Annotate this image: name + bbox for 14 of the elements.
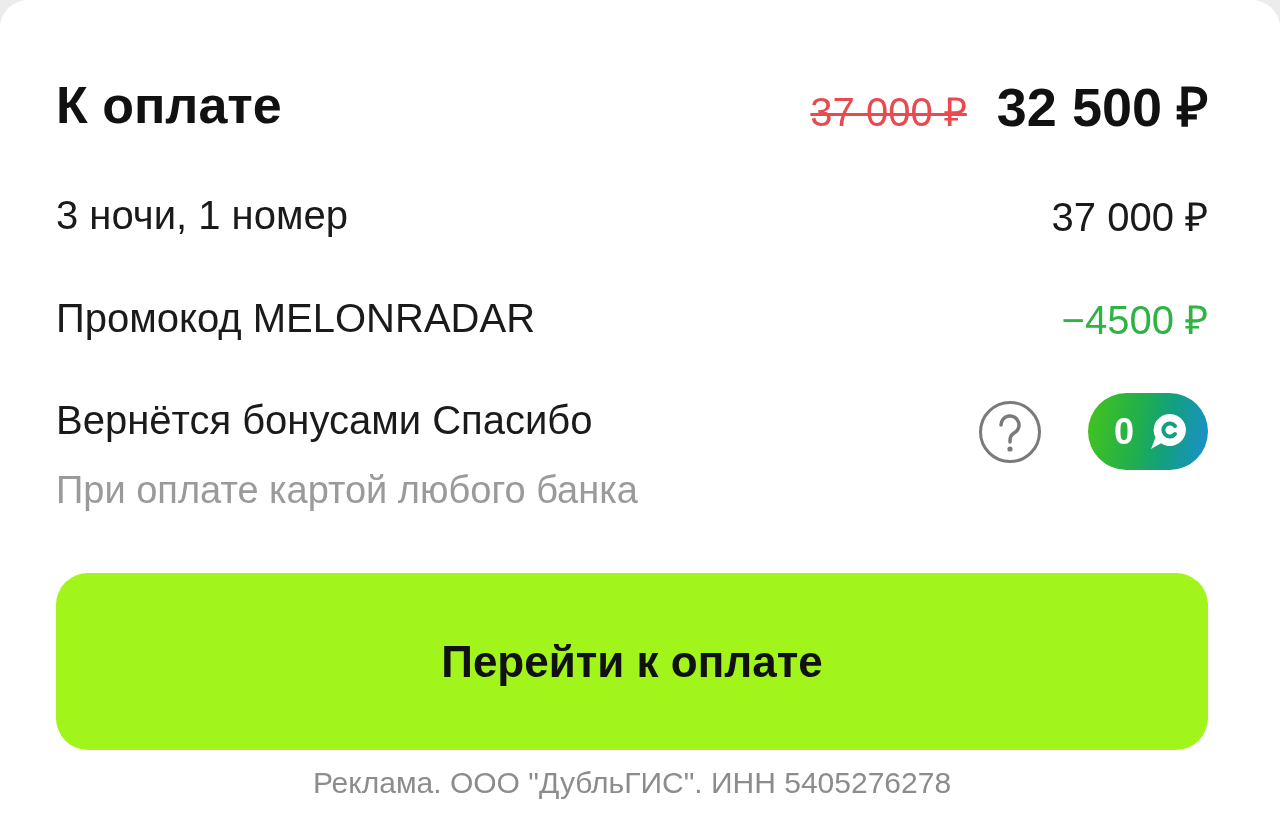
bonus-note: При оплате картой любого банка [56,468,638,513]
line-amount: −4500 ₽ [1061,296,1208,344]
pay-button[interactable]: Перейти к оплате [56,573,1208,750]
line-amount: 37 000 ₽ [1051,193,1208,241]
old-price: 37 000 ₽ [810,89,967,136]
payment-title: К оплате [56,75,282,135]
line-label: Промокод MELONRADAR [56,295,536,341]
bonus-points: 0 [1114,410,1135,453]
speech-bubble-icon [1148,411,1189,452]
ad-disclaimer: Реклама. ООО "ДубльГИС". ИНН 5405276278 [312,765,952,801]
help-icon[interactable] [978,399,1042,464]
total-price: 32 500 ₽ [996,76,1208,139]
bonus-label: Вернётся бонусами Спасибо [56,397,594,444]
line-label: 3 ночи, 1 номер [56,192,348,238]
